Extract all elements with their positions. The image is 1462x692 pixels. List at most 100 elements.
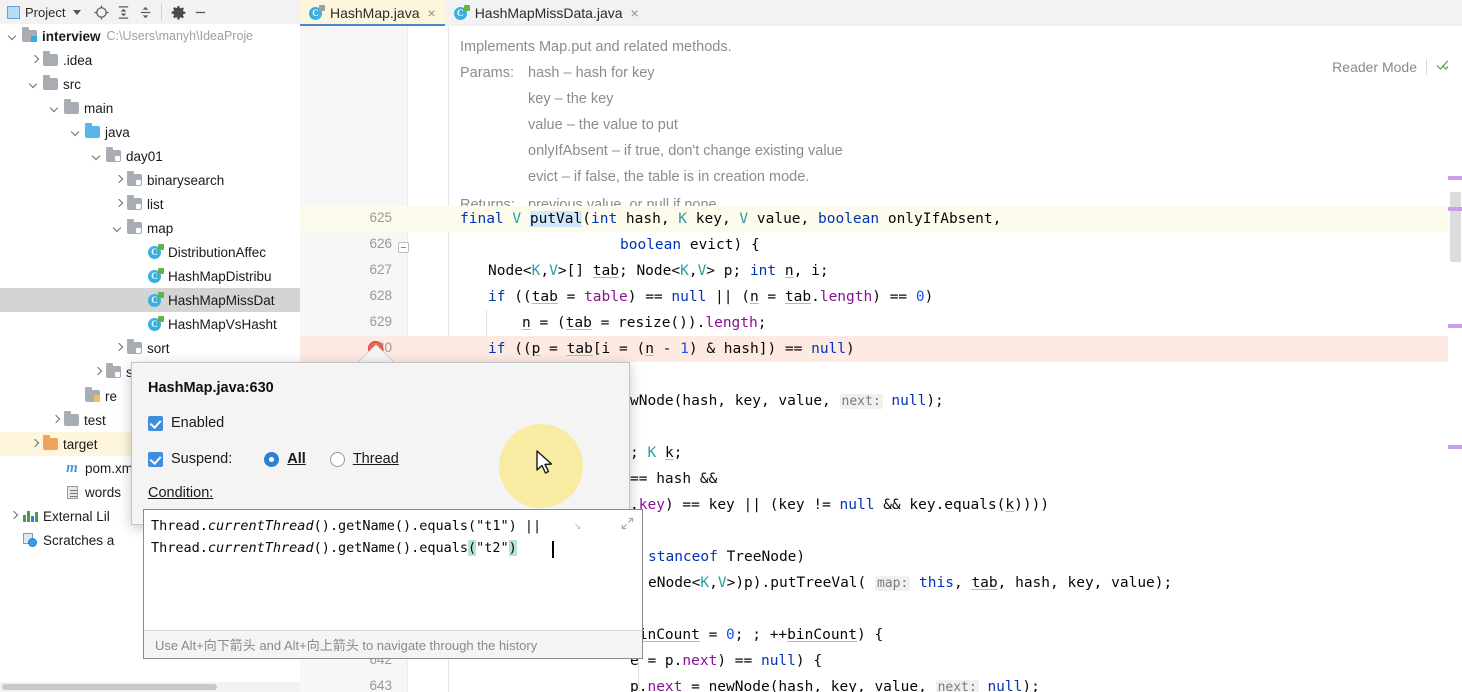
locate-icon[interactable] xyxy=(91,2,111,22)
scratches-icon xyxy=(22,533,38,547)
tree-row-map[interactable]: map xyxy=(0,216,300,240)
code-fold-icon[interactable] xyxy=(398,242,409,253)
tree-row-main[interactable]: main xyxy=(0,96,300,120)
chevron-down-icon[interactable] xyxy=(92,151,103,162)
code-line-640: binCount = 0; ; ++binCount) { xyxy=(630,627,884,643)
code-line-631: wNode(hash, key, value, next: null); xyxy=(630,393,944,409)
module-folder-icon xyxy=(22,27,37,42)
code-line-630: if ((p = tab[i = (n - 1) & hash]) == nul… xyxy=(488,341,855,357)
tree-row-distributionaffec[interactable]: C DistributionAffec xyxy=(0,240,300,264)
suspend-row[interactable]: Suspend: All Thread xyxy=(148,451,399,467)
chevron-down-icon[interactable] xyxy=(113,223,124,234)
tree-item-label: src xyxy=(63,76,81,92)
chevron-down-icon[interactable] xyxy=(50,103,61,114)
chevron-down-icon[interactable] xyxy=(73,9,82,15)
chevron-right-icon[interactable] xyxy=(29,439,40,450)
folder-res xyxy=(85,387,100,402)
suspend-checkbox[interactable] xyxy=(148,451,163,467)
code-line-634: == hash && xyxy=(630,471,718,487)
line-number: 643 xyxy=(369,678,392,692)
chevron-down-icon[interactable] xyxy=(29,79,40,90)
code-line-625: final V putVal(int hash, K key, V value,… xyxy=(460,211,1002,227)
enabled-row[interactable]: Enabled xyxy=(148,415,224,431)
suspend-all-label: All xyxy=(287,451,306,467)
tab-hashmap-java[interactable]: C HashMap.java × xyxy=(300,0,445,26)
editor-tab-bar: C HashMap.java × C HashMapMissData.java … xyxy=(300,0,1462,26)
suspend-label: Suspend: xyxy=(171,451,233,467)
text-caret xyxy=(552,541,554,558)
tree-row-binarysearch[interactable]: binarysearch xyxy=(0,168,300,192)
tree-item-label: DistributionAffec xyxy=(168,244,267,260)
condition-line-2: Thread.currentThread().getName().equals(… xyxy=(151,540,517,556)
chevron-right-icon[interactable] xyxy=(29,55,40,66)
tree-row-day01[interactable]: day01 xyxy=(0,144,300,168)
chevron-right-icon[interactable] xyxy=(92,367,103,378)
tree-row-sort[interactable]: sort xyxy=(0,336,300,360)
chevron-right-icon[interactable] xyxy=(113,343,124,354)
tree-item-label: map xyxy=(147,220,174,236)
line-number: 628 xyxy=(369,288,392,303)
suspend-thread-label: Thread xyxy=(352,451,399,467)
condition-history-hint: Use Alt+向下箭头 and Alt+向上箭头 to navigate th… xyxy=(144,630,642,658)
tree-item-label: interview xyxy=(42,28,101,44)
marker-stripe[interactable] xyxy=(1448,324,1462,328)
scrollbar-thumb[interactable] xyxy=(1450,192,1461,262)
reader-mode-indicator[interactable]: Reader Mode xyxy=(1322,52,1454,82)
tree-row-hashmapvshasht[interactable]: C HashMapVsHasht xyxy=(0,312,300,336)
tree-item-label: main xyxy=(84,100,114,116)
library-icon xyxy=(22,509,38,523)
gear-icon[interactable] xyxy=(168,2,188,22)
code-line-633: ; K k; xyxy=(630,445,683,461)
tree-row-java[interactable]: java xyxy=(0,120,300,144)
enabled-checkbox[interactable] xyxy=(148,415,163,431)
tree-row-hashmapdistribu[interactable]: C HashMapDistribu xyxy=(0,264,300,288)
tab-close-icon[interactable]: × xyxy=(631,5,639,21)
minimize-icon[interactable] xyxy=(190,2,210,22)
chevron-right-icon[interactable] xyxy=(113,199,124,210)
expand-all-icon[interactable] xyxy=(113,2,133,22)
project-icon xyxy=(7,5,20,19)
collapse-all-icon[interactable] xyxy=(135,2,155,22)
horizontal-scrollbar[interactable] xyxy=(2,684,217,690)
chevron-right-icon[interactable] xyxy=(8,511,19,522)
marker-stripe[interactable] xyxy=(1448,207,1462,211)
folder-pkg xyxy=(127,195,142,210)
condition-input[interactable]: Thread.currentThread().getName().equals(… xyxy=(143,509,643,659)
tab-close-icon[interactable]: × xyxy=(428,5,436,21)
marker-stripe[interactable] xyxy=(1448,445,1462,449)
tab-label: HashMap.java xyxy=(330,5,420,21)
tree-row-src[interactable]: src xyxy=(0,72,300,96)
chevron-down-icon[interactable] xyxy=(8,31,19,42)
project-toolbar: Project xyxy=(0,0,300,24)
tree-row-root[interactable]: interview C:\Users\manyh\IdeaProje xyxy=(0,24,300,48)
history-hint-icon: ↘ xyxy=(574,518,582,532)
editor-marker-bar[interactable] xyxy=(1448,52,1462,692)
chevron-right-icon[interactable] xyxy=(113,175,124,186)
suspend-all-radio[interactable] xyxy=(264,451,280,467)
java-class-icon: C xyxy=(148,243,164,260)
code-line-629: n = (tab = resize()).length; xyxy=(522,315,767,331)
tree-row--idea[interactable]: .idea xyxy=(0,48,300,72)
folder-pkg xyxy=(106,147,121,162)
project-path: C:\Users\manyh\IdeaProje xyxy=(106,29,254,43)
java-class-icon: C xyxy=(309,4,325,21)
tree-item-label: java xyxy=(105,124,130,140)
tree-row-list[interactable]: list xyxy=(0,192,300,216)
chevron-down-icon[interactable] xyxy=(71,127,82,138)
project-panel-selector[interactable]: Project xyxy=(0,5,82,20)
tree-row-hashmapmissdat[interactable]: C HashMapMissDat xyxy=(0,288,300,312)
folder-pkg xyxy=(127,219,142,234)
suspend-thread-radio[interactable] xyxy=(329,451,345,467)
marker-stripe[interactable] xyxy=(1448,176,1462,180)
folder xyxy=(64,411,79,426)
tree-item-label: HashMapDistribu xyxy=(168,268,272,284)
expand-editor-icon[interactable] xyxy=(621,517,634,534)
folder xyxy=(43,75,58,90)
tree-bottom-bar xyxy=(0,682,300,692)
chevron-right-icon[interactable] xyxy=(50,415,61,426)
folder xyxy=(64,99,79,114)
tab-hashmapmissdata-java[interactable]: C HashMapMissData.java × xyxy=(445,0,648,26)
